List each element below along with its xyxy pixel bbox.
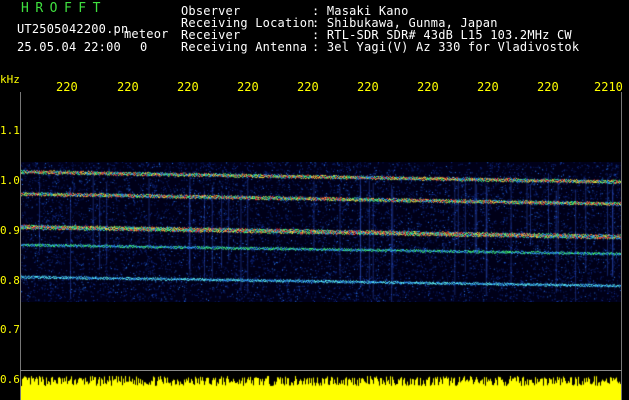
y-unit-label: kHz <box>0 73 20 86</box>
power-meter-canvas <box>21 372 621 400</box>
datetime: 25.05.04 22:00 <box>17 40 121 54</box>
spectrogram-canvas <box>21 162 621 302</box>
y-tick-label: 1.1 <box>0 124 20 137</box>
antenna-label: Receiving Antenna <box>181 40 308 54</box>
mode-label: meteor <box>124 27 169 41</box>
x-tick-label: 220 <box>177 80 199 94</box>
x-tick-label: 220 <box>417 80 439 94</box>
antenna-value: : 3el Yagi(V) Az 330 for Vladivostok <box>312 40 580 54</box>
detection-count: 0 <box>140 40 148 54</box>
y-tick-label: 0.8 <box>0 274 20 287</box>
x-tick-label: 220 <box>537 80 559 94</box>
x-tick-label: 220 <box>477 80 499 94</box>
y-tick-label: 1.0 <box>0 174 20 187</box>
x-tick-label: 220 <box>237 80 259 94</box>
x-tick-label: 220 <box>297 80 319 94</box>
y-tick-label: 0.9 <box>0 224 20 237</box>
power-baseline <box>20 370 622 371</box>
app-title: HROFFT <box>21 1 107 16</box>
x-tick-label: 2210 <box>594 80 623 94</box>
x-tick-label: 220 <box>56 80 78 94</box>
filename: UT2505042200.pn <box>17 22 129 36</box>
x-tick-label: 220 <box>117 80 139 94</box>
y-tick-label: 0.6 <box>0 373 20 386</box>
y-tick-label: 0.7 <box>0 323 20 336</box>
x-tick-label: 220 <box>357 80 379 94</box>
plot-right-border <box>621 92 622 400</box>
